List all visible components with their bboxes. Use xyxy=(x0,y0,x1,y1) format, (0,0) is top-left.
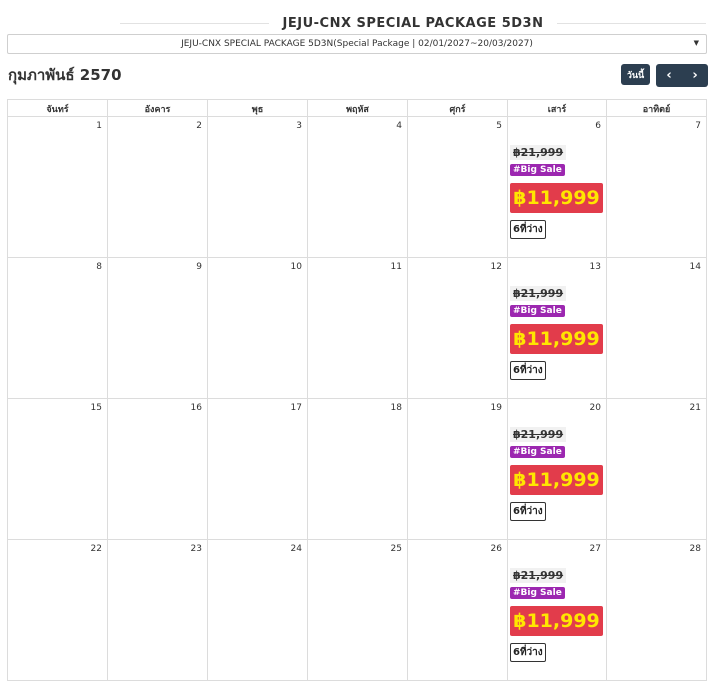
calendar-day-cell[interactable]: 26 xyxy=(408,540,508,681)
calendar-day-cell[interactable]: 25 xyxy=(308,540,408,681)
calendar-day-cell[interactable]: 7 xyxy=(607,117,706,258)
calendar-day-cell[interactable]: 23 xyxy=(108,540,208,681)
calendar-day-cell[interactable]: 20 ฿21,999 #Big Sale ฿11,999 6ที่ว่าง xyxy=(508,399,607,540)
day-number: 7 xyxy=(695,121,701,131)
day-number: 13 xyxy=(589,262,601,272)
day-number: 2 xyxy=(196,121,202,131)
weekday-1: อังคาร xyxy=(108,100,208,117)
calendar-day-cell[interactable]: 3 xyxy=(208,117,308,258)
calendar-day-cell[interactable]: 21 xyxy=(607,399,706,540)
calendar-day-cell[interactable]: 14 xyxy=(607,258,706,399)
calendar-day-cell[interactable]: 18 xyxy=(308,399,408,540)
day-number: 23 xyxy=(190,544,202,554)
seats-available-badge: 6ที่ว่าง xyxy=(510,643,546,662)
calendar-day-cell[interactable]: 13 ฿21,999 #Big Sale ฿11,999 6ที่ว่าง xyxy=(508,258,607,399)
seats-available-badge: 6ที่ว่าง xyxy=(510,220,546,239)
day-number: 16 xyxy=(190,403,202,413)
package-select[interactable]: JEJU-CNX SPECIAL PACKAGE 5D3N(Special Pa… xyxy=(7,34,707,54)
offer-box[interactable]: ฿21,999 #Big Sale ฿11,999 6ที่ว่าง xyxy=(510,564,603,662)
offer-box[interactable]: ฿21,999 #Big Sale ฿11,999 6ที่ว่าง xyxy=(510,141,603,239)
day-number: 24 xyxy=(290,544,302,554)
weekday-3: พฤหัส xyxy=(308,100,408,117)
month-title: กุมภาพันธ์ 2570 xyxy=(8,66,122,84)
calendar-day-cell[interactable]: 6 ฿21,999 #Big Sale ฿11,999 6ที่ว่าง xyxy=(508,117,607,258)
prev-month-button[interactable]: ‹ xyxy=(656,64,682,87)
big-sale-badge: #Big Sale xyxy=(510,164,565,176)
day-number: 20 xyxy=(589,403,601,413)
day-number: 4 xyxy=(396,121,402,131)
weekday-4: ศุกร์ xyxy=(408,100,508,117)
calendar-day-cell[interactable]: 27 ฿21,999 #Big Sale ฿11,999 6ที่ว่าง xyxy=(508,540,607,681)
weekday-5: เสาร์ xyxy=(508,100,607,117)
calendar-day-cell[interactable]: 16 xyxy=(108,399,208,540)
day-number: 14 xyxy=(689,262,701,272)
seats-available-badge: 6ที่ว่าง xyxy=(510,502,546,521)
old-price: ฿21,999 xyxy=(510,427,567,442)
sale-price-button[interactable]: ฿11,999 xyxy=(510,465,603,495)
calendar-day-cell[interactable]: 5 xyxy=(408,117,508,258)
day-number: 3 xyxy=(296,121,302,131)
calendar-day-cell[interactable]: 9 xyxy=(108,258,208,399)
day-number: 22 xyxy=(90,544,102,554)
calendar-day-cell[interactable]: 19 xyxy=(408,399,508,540)
day-number: 28 xyxy=(689,544,701,554)
weekday-6: อาทิตย์ xyxy=(642,104,671,115)
day-number: 1 xyxy=(96,121,102,131)
calendar-day-cell[interactable]: 1 xyxy=(8,117,108,258)
day-number: 12 xyxy=(490,262,502,272)
seats-available-badge: 6ที่ว่าง xyxy=(510,361,546,380)
day-number: 27 xyxy=(589,544,601,554)
chevron-down-icon: ▼ xyxy=(693,39,699,47)
weekday-0: จันทร์ xyxy=(8,100,108,117)
calendar-day-cell[interactable]: 22 xyxy=(8,540,108,681)
calendar-day-cell[interactable]: 8 xyxy=(8,258,108,399)
page-title: JEJU-CNX SPECIAL PACKAGE 5D3N xyxy=(282,15,544,31)
calendar-day-cell[interactable]: 28 xyxy=(607,540,706,681)
calendar-day-cell[interactable]: 24 xyxy=(208,540,308,681)
day-number: 19 xyxy=(490,403,502,413)
day-number: 26 xyxy=(490,544,502,554)
sale-price-button[interactable]: ฿11,999 xyxy=(510,606,603,636)
header-divider-left xyxy=(120,22,269,24)
day-number: 18 xyxy=(390,403,402,413)
old-price: ฿21,999 xyxy=(510,568,567,583)
weekday-2: พุธ xyxy=(208,100,308,117)
sale-price-button[interactable]: ฿11,999 xyxy=(510,183,603,213)
old-price: ฿21,999 xyxy=(510,145,567,160)
offer-box[interactable]: ฿21,999 #Big Sale ฿11,999 6ที่ว่าง xyxy=(510,282,603,380)
package-header: JEJU-CNX SPECIAL PACKAGE 5D3N xyxy=(0,13,714,33)
calendar-day-cell[interactable]: 15 xyxy=(8,399,108,540)
big-sale-badge: #Big Sale xyxy=(510,446,565,458)
offer-box[interactable]: ฿21,999 #Big Sale ฿11,999 6ที่ว่าง xyxy=(510,423,603,521)
day-number: 11 xyxy=(390,262,402,272)
calendar-day-cell[interactable]: 4 xyxy=(308,117,408,258)
header-divider-right xyxy=(557,22,706,24)
calendar-day-cell[interactable]: 12 xyxy=(408,258,508,399)
big-sale-badge: #Big Sale xyxy=(510,305,565,317)
sale-price-button[interactable]: ฿11,999 xyxy=(510,324,603,354)
calendar-day-cell[interactable]: 17 xyxy=(208,399,308,540)
calendar-day-cell[interactable]: 2 xyxy=(108,117,208,258)
old-price: ฿21,999 xyxy=(510,286,567,301)
calendar-grid: จันทร์ อังคาร พุธ พฤหัส ศุกร์ เสาร์ อาทิตย์ 12… xyxy=(7,99,707,681)
day-number: 5 xyxy=(496,121,502,131)
package-select-value: JEJU-CNX SPECIAL PACKAGE 5D3N(Special Pa… xyxy=(181,39,533,49)
day-number: 17 xyxy=(290,403,302,413)
day-number: 9 xyxy=(196,262,202,272)
day-number: 21 xyxy=(689,403,701,413)
calendar-day-cell[interactable]: 11 xyxy=(308,258,408,399)
big-sale-badge: #Big Sale xyxy=(510,587,565,599)
day-number: 15 xyxy=(90,403,102,413)
calendar-day-cell[interactable]: 10 xyxy=(208,258,308,399)
today-button[interactable]: วันนี้ xyxy=(621,64,650,85)
day-number: 8 xyxy=(96,262,102,272)
day-number: 6 xyxy=(595,121,601,131)
day-number: 25 xyxy=(390,544,402,554)
next-month-button[interactable]: › xyxy=(682,64,708,87)
weekday-header: จันทร์ อังคาร พุธ พฤหัส ศุกร์ เสาร์ อาทิตย์ xyxy=(8,100,706,117)
day-number: 10 xyxy=(290,262,302,272)
month-nav-group: ‹ › xyxy=(656,64,708,87)
